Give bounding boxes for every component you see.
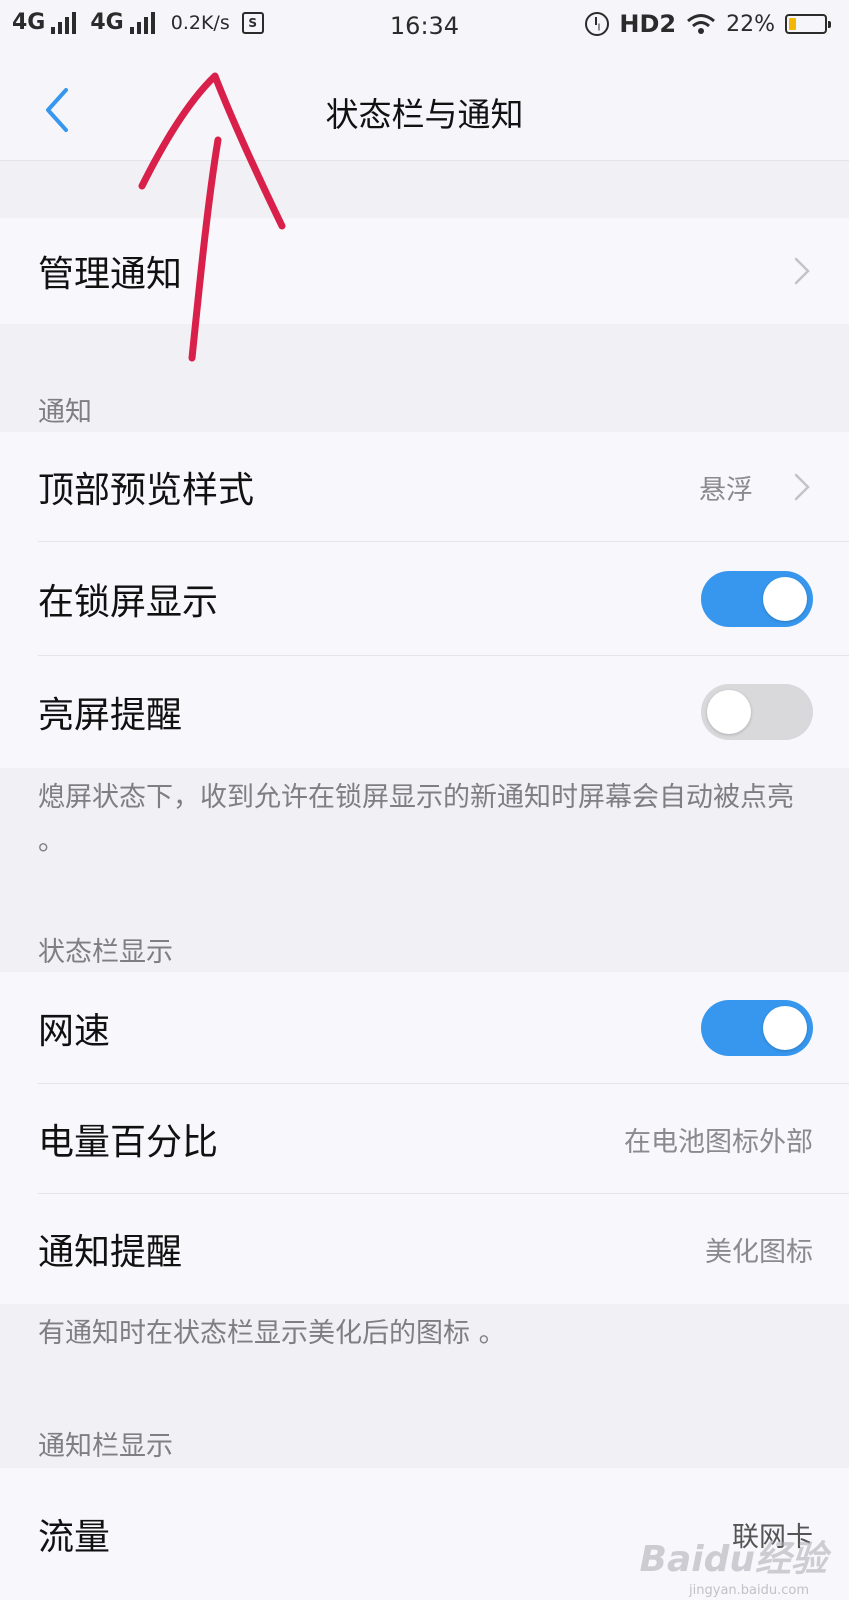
network-speed-toggle[interactable]	[701, 1000, 813, 1056]
data-usage-label: 流量	[38, 1517, 111, 1558]
watermark-logo: Baidu经验	[639, 1539, 827, 1580]
status-right: HD2 22%	[585, 10, 831, 38]
lockscreen-display-row: 在锁屏显示	[0, 542, 849, 656]
alarm-icon	[585, 12, 610, 36]
lockscreen-display-label: 在锁屏显示	[38, 582, 219, 623]
toggle-knob	[763, 1006, 807, 1050]
wake-screen-label: 亮屏提醒	[38, 695, 183, 736]
wake-screen-row: 亮屏提醒	[0, 656, 849, 768]
status-bar: 4G 4G 0.2K/s S 16:34 HD2 22%	[0, 0, 849, 58]
preview-style-row[interactable]: 顶部预览样式 悬浮	[0, 432, 849, 542]
battery-percentage-label: 电量百分比	[38, 1122, 219, 1163]
section-title-statusbar: 状态栏显示	[38, 937, 173, 968]
app-header: 状态栏与通知	[0, 58, 849, 161]
toggle-knob	[763, 577, 807, 621]
battery-icon	[785, 14, 831, 34]
wake-screen-note: 熄屏状态下，收到允许在锁屏显示的新通知时屏幕会自动被点亮 。	[38, 782, 794, 857]
icon-note: 有通知时在状态栏显示美化后的图标 。	[38, 1318, 506, 1349]
preview-style-label: 顶部预览样式	[38, 470, 255, 511]
battery-fill	[789, 18, 796, 30]
preview-style-value: 悬浮	[699, 474, 753, 506]
section-title-notify: 通知	[38, 397, 92, 428]
section-title-notifybar: 通知栏显示	[38, 1431, 173, 1462]
page-title: 状态栏与通知	[325, 95, 524, 134]
hd-indicator: HD2	[619, 10, 677, 38]
network-speed-row: 网速	[0, 972, 849, 1084]
watermark-url: jingyan.baidu.com	[689, 1583, 809, 1598]
manage-notifications-label: 管理通知	[38, 254, 183, 295]
network-speed-label: 网速	[38, 1011, 111, 1052]
wifi-icon	[687, 14, 716, 34]
chevron-right-icon	[794, 473, 810, 501]
battery-percent: 22%	[726, 11, 775, 37]
lockscreen-display-toggle[interactable]	[701, 571, 813, 627]
wake-screen-toggle[interactable]	[701, 684, 813, 740]
battery-percentage-row[interactable]: 电量百分比 在电池图标外部	[0, 1084, 849, 1194]
notification-reminder-row[interactable]: 通知提醒 美化图标	[0, 1194, 849, 1304]
notification-reminder-value: 美化图标	[705, 1236, 813, 1268]
toggle-knob	[707, 690, 751, 734]
manage-notifications-row[interactable]: 管理通知	[0, 218, 849, 324]
chevron-right-icon	[794, 257, 810, 285]
battery-percentage-value: 在电池图标外部	[624, 1126, 813, 1158]
notification-reminder-label: 通知提醒	[38, 1232, 183, 1273]
